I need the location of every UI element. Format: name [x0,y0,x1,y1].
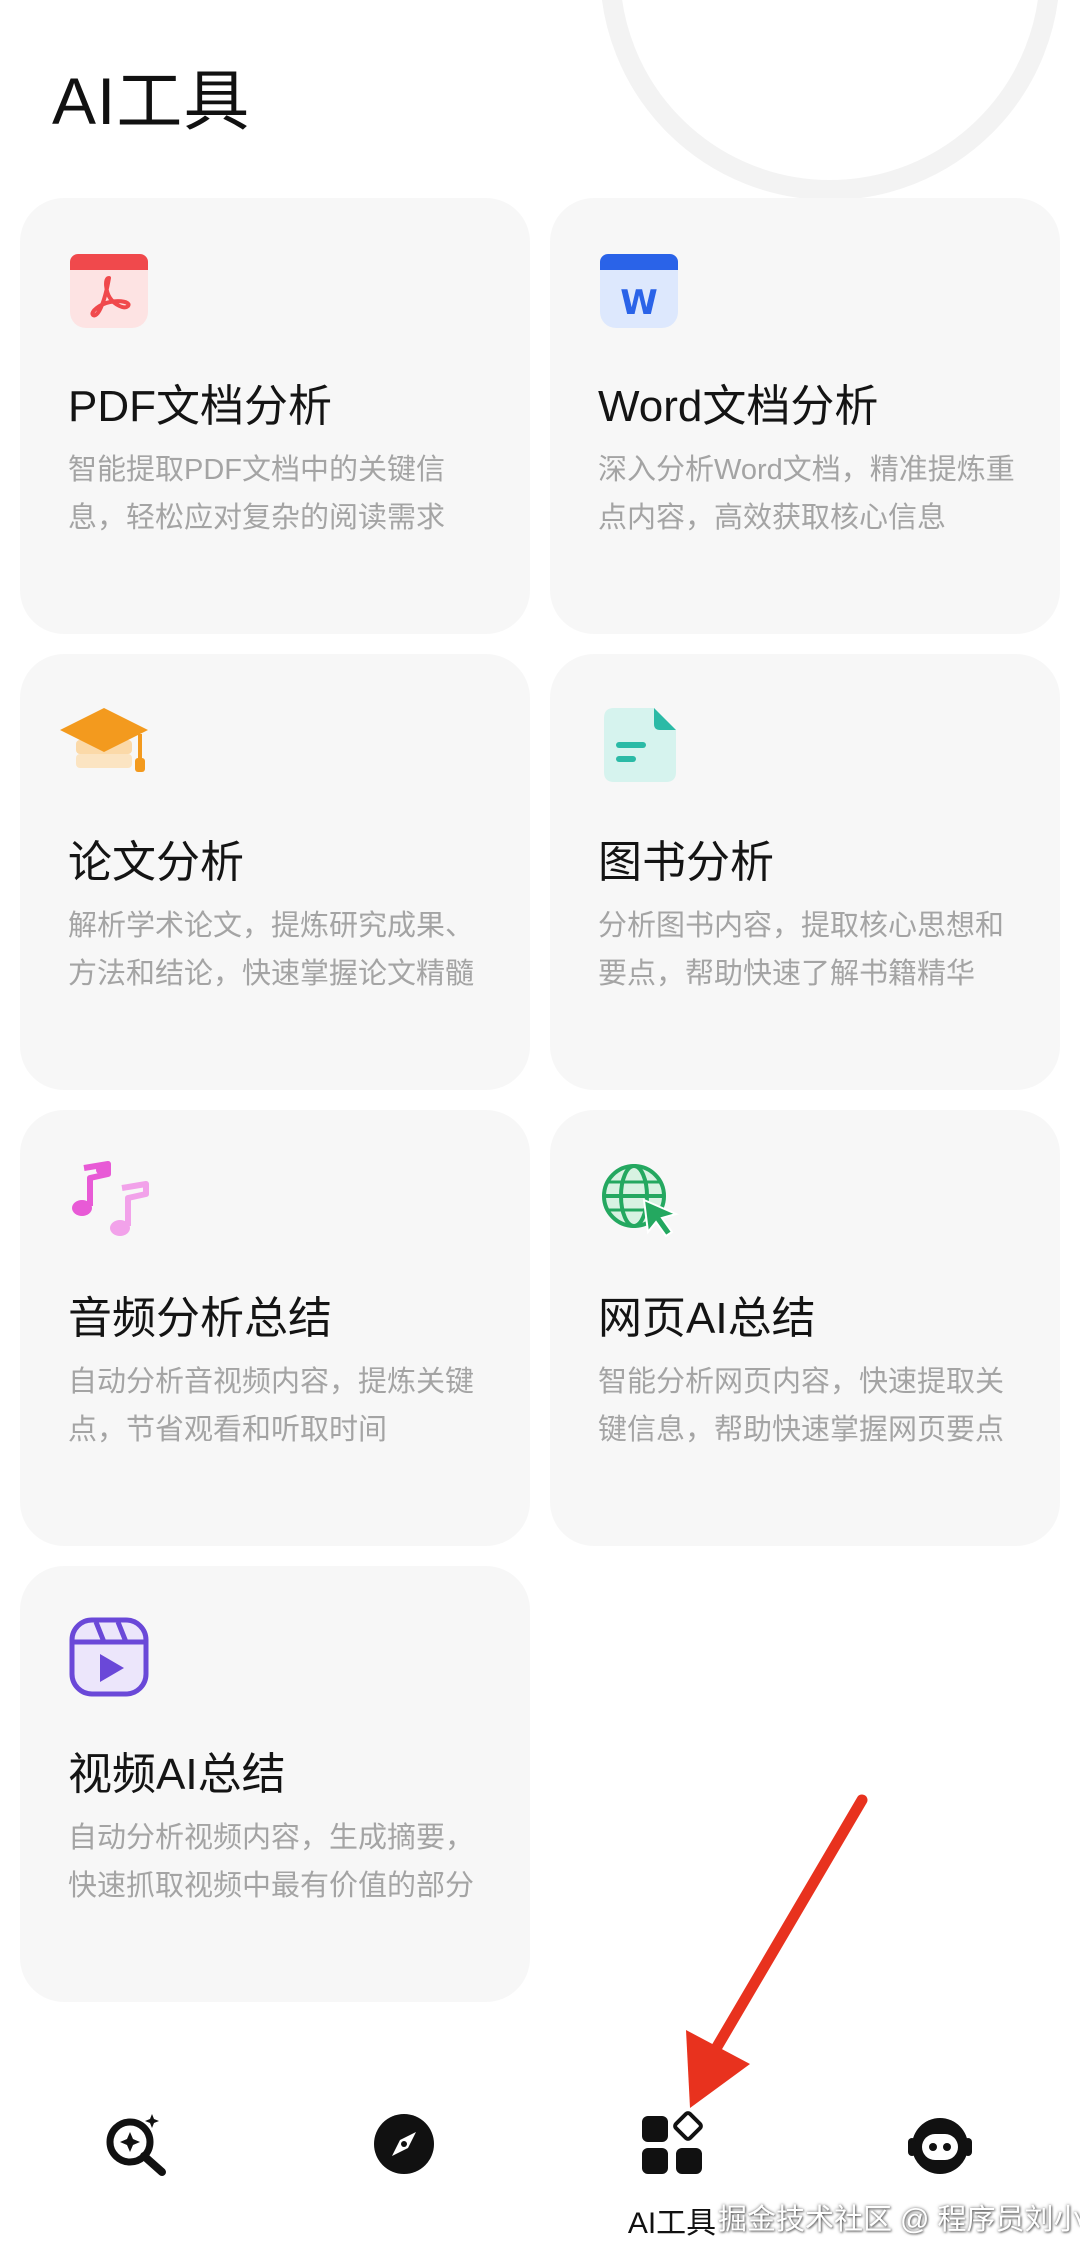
sparkle-search-icon [102,2110,170,2178]
compass-icon [370,2110,438,2178]
apps-grid-icon [638,2110,706,2178]
bottom-tab-bar: AI工具 [0,2090,1080,2266]
tab-discover[interactable] [304,2090,504,2266]
watermark: 掘金技术社区 @ 程序员刘小鹿 [718,2204,1080,2236]
annotation-arrow [686,1794,868,2108]
ai-tools-screen: AI工具 PDF文档分析 智能提取PDF文档中的关键信息，轻松应对复杂的阅读需求 [0,0,1080,2266]
tab-assistant[interactable] [840,2090,1040,2266]
tab-search[interactable] [36,2090,236,2266]
robot-icon [906,2110,974,2178]
tab-ai-tools[interactable]: AI工具 [572,2090,772,2266]
